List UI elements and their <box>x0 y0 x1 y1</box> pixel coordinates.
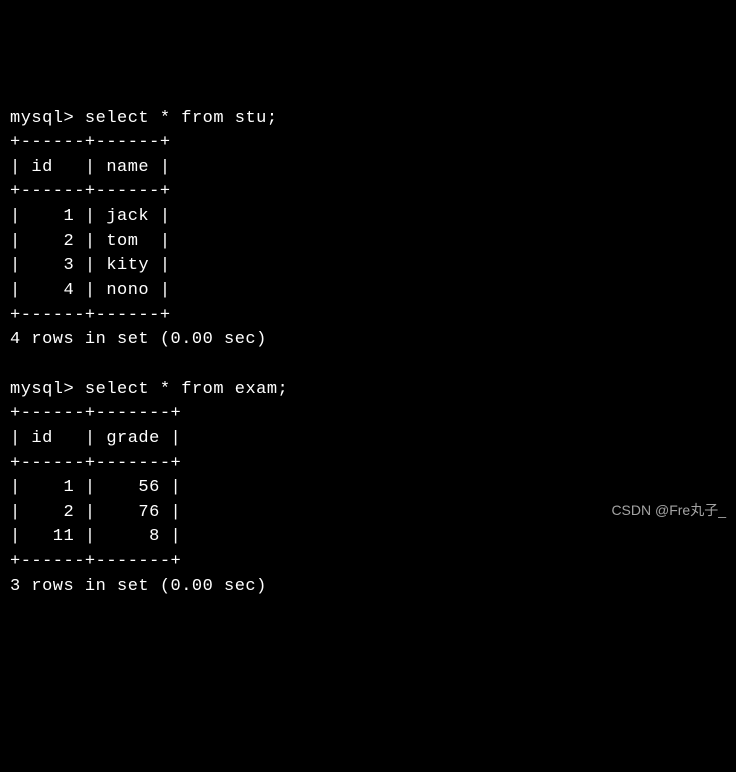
table1-border-top: +------+------+ <box>10 133 171 152</box>
table2-border-bottom: +------+-------+ <box>10 552 181 571</box>
table2-row: | 11 | 8 | <box>10 527 181 546</box>
table1-row: | 2 | tom | <box>10 232 171 251</box>
table2-border-top: +------+-------+ <box>10 404 181 423</box>
prompt-2: mysql> <box>10 380 85 399</box>
table2-header: | id | grade | <box>10 429 181 448</box>
table1-row: | 1 | jack | <box>10 207 171 226</box>
result-footer-1: 4 rows in set (0.00 sec) <box>10 330 267 349</box>
result-footer-2: 3 rows in set (0.00 sec) <box>10 577 267 596</box>
terminal-output: mysql> select * from stu; +------+------… <box>10 107 726 600</box>
table2-border-mid: +------+-------+ <box>10 454 181 473</box>
table2-row: | 2 | 76 | <box>10 503 181 522</box>
sql-query-2: select * from exam; <box>85 380 288 399</box>
prompt-1: mysql> <box>10 109 85 128</box>
sql-query-1: select * from stu; <box>85 109 278 128</box>
table1-row: | 3 | kity | <box>10 256 171 275</box>
table2-row: | 1 | 56 | <box>10 478 181 497</box>
watermark: CSDN @Fre丸子_ <box>611 500 726 520</box>
table1-row: | 4 | nono | <box>10 281 171 300</box>
table1-header: | id | name | <box>10 158 171 177</box>
table1-border-mid: +------+------+ <box>10 182 171 201</box>
table1-border-bottom: +------+------+ <box>10 306 171 325</box>
